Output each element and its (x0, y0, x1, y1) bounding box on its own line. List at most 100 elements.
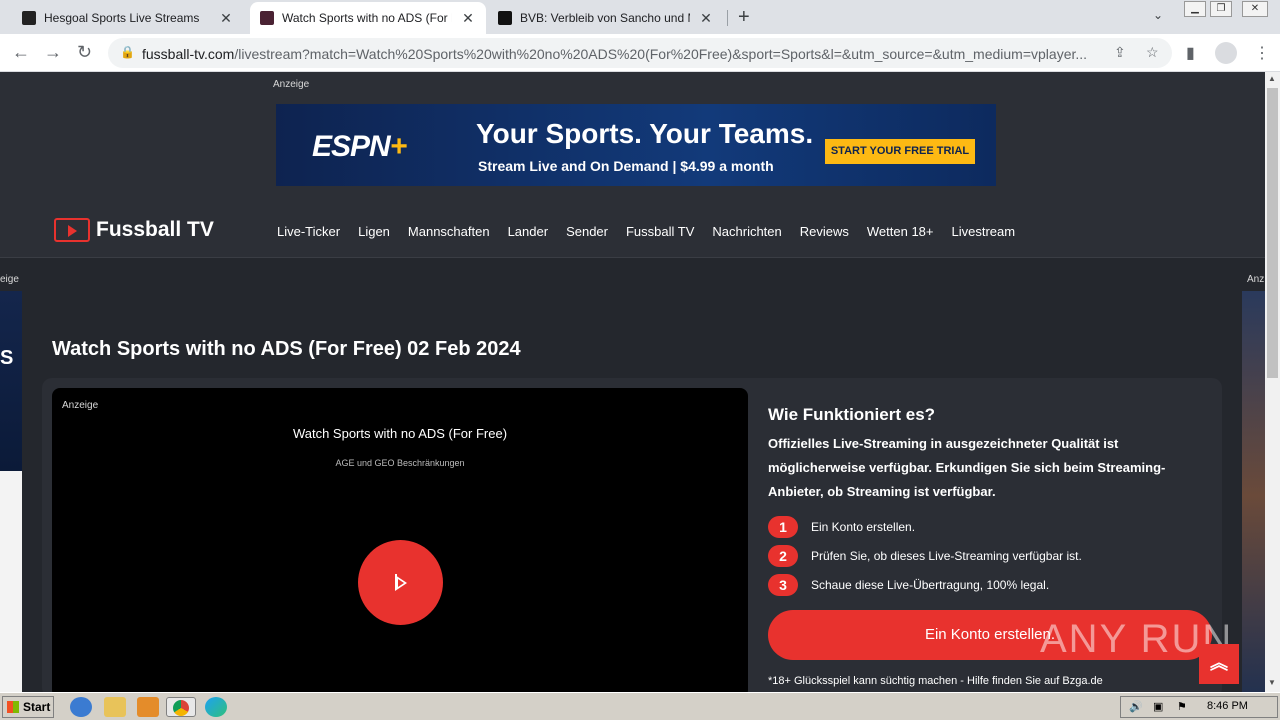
tab-title: BVB: Verbleib von Sancho und Maats (520, 11, 690, 25)
espn-logo: ESPN+ (312, 130, 408, 164)
espn-trial-button[interactable]: START YOUR FREE TRIAL (825, 139, 975, 164)
media-player-icon[interactable] (137, 697, 159, 717)
clock[interactable]: 8:46 PM (1207, 700, 1248, 712)
url-domain: fussball-tv.com (142, 46, 235, 62)
step-text: Schaue diese Live-Übertragung, 100% lega… (811, 578, 1050, 592)
web-page: Anzeige ESPN+ Your Sports. Your Teams. S… (0, 72, 1265, 692)
player-ad-label: Anzeige (62, 400, 99, 411)
scroll-down-icon[interactable]: ▼ (1268, 678, 1276, 687)
side-panel-icon[interactable]: ▮ (1186, 43, 1195, 63)
profile-avatar-icon[interactable] (1215, 42, 1237, 64)
tab-search-button[interactable]: ⌄ (1153, 8, 1163, 22)
window-close-icon[interactable]: ✕ (1242, 1, 1268, 17)
close-icon[interactable]: ✕ (218, 10, 234, 27)
espn-plus: + (389, 130, 408, 163)
taskbar: Start 🔊 ▣ ⚑ 8:46 PM (0, 692, 1280, 720)
play-icon-inner (398, 579, 404, 587)
site-logo-text: Fussball TV (96, 218, 214, 241)
step-1: 1 Ein Konto erstellen. (768, 516, 915, 538)
player-subtitle: AGE und GEO Beschränkungen (335, 458, 465, 468)
news-favicon-icon (498, 11, 512, 25)
ie-icon[interactable] (70, 697, 92, 717)
tab-title: Watch Sports with no ADS (For Free (282, 11, 452, 25)
browser-tab-strip: Hesgoal Sports Live Streams ✕ Watch Spor… (0, 0, 1280, 34)
site-logo[interactable]: Fussball TV (54, 218, 214, 242)
player-title: Watch Sports with no ADS (For Free) (292, 426, 508, 441)
flag-icon[interactable]: ⚑ (1177, 700, 1187, 713)
nav-fussball-tv[interactable]: Fussball TV (626, 224, 694, 239)
site-favicon-icon (260, 11, 274, 25)
espn-logo-text: ESPN (312, 130, 391, 163)
reload-icon[interactable]: ↻ (77, 42, 92, 63)
nav-livestream[interactable]: Livestream (952, 224, 1016, 239)
nav-mannschaften[interactable]: Mannschaften (408, 224, 490, 239)
edge-icon[interactable] (205, 697, 227, 717)
volume-icon[interactable]: 🔊 (1129, 700, 1143, 713)
tv-play-icon (54, 218, 90, 242)
nav-sender[interactable]: Sender (566, 224, 608, 239)
url-path: /livestream?match=Watch%20Sports%20with%… (234, 46, 1088, 62)
chrome-taskbar-button[interactable] (166, 697, 196, 717)
url-text[interactable]: fussball-tv.com/livestream?match=Watch%2… (142, 46, 1102, 62)
share-icon[interactable]: ⇪ (1114, 44, 1126, 61)
system-tray: 🔊 ▣ ⚑ 8:46 PM (1120, 696, 1278, 718)
tab-bvb[interactable]: BVB: Verbleib von Sancho und Maats ✕ (488, 2, 724, 34)
right-ad-label: Anz (1247, 274, 1265, 285)
new-tab-button[interactable]: + (738, 6, 750, 29)
step-text: Prüfen Sie, ob dieses Live-Streaming ver… (811, 549, 1082, 563)
back-arrow-icon[interactable]: ← (12, 42, 30, 63)
tab-watch-sports[interactable]: Watch Sports with no ADS (For Free ✕ (250, 2, 486, 34)
lock-icon[interactable]: 🔒 (120, 45, 135, 59)
address-bar[interactable]: 🔒 fussball-tv.com/livestream?match=Watch… (108, 38, 1172, 68)
page-title: Watch Sports with no ADS (For Free) 02 F… (52, 338, 521, 360)
bookmark-star-icon[interactable]: ☆ (1146, 44, 1159, 61)
start-label: Start (23, 700, 51, 714)
left-side-ad[interactable]: S (0, 291, 22, 471)
chrome-icon (173, 700, 189, 716)
left-ad-letter: S (0, 347, 14, 369)
right-side-ad[interactable] (1242, 291, 1265, 692)
scroll-up-icon[interactable]: ▲ (1268, 74, 1276, 83)
espn-subline: Stream Live and On Demand | $4.99 a mont… (478, 158, 774, 174)
gambling-disclaimer: *18+ Glücksspiel kann süchtig machen - H… (768, 675, 1103, 687)
nav-live-ticker[interactable]: Live-Ticker (277, 224, 340, 239)
espn-ad-banner[interactable]: ESPN+ Your Sports. Your Teams. Stream Li… (276, 104, 996, 186)
video-player[interactable]: Anzeige Watch Sports with no ADS (For Fr… (52, 388, 748, 692)
explorer-icon[interactable] (104, 697, 126, 717)
step-3: 3 Schaue diese Live-Übertragung, 100% le… (768, 574, 1049, 596)
menu-kebab-icon[interactable]: ⋮ (1254, 43, 1270, 63)
left-side-ad-lower[interactable] (0, 471, 22, 692)
forward-arrow-icon[interactable]: → (44, 42, 62, 63)
step-number: 1 (768, 516, 798, 538)
howto-description: Offizielles Live-Streaming in ausgezeich… (768, 436, 1166, 499)
nav-ligen[interactable]: Ligen (358, 224, 390, 239)
tab-title: Hesgoal Sports Live Streams (44, 11, 200, 25)
close-icon[interactable]: ✕ (698, 10, 714, 27)
ad-label: Anzeige (273, 79, 310, 90)
nav-wetten[interactable]: Wetten 18+ (867, 224, 934, 239)
site-header: Anzeige ESPN+ Your Sports. Your Teams. S… (0, 72, 1265, 258)
main-nav: Live-Ticker Ligen Mannschaften Lander Se… (277, 224, 1033, 239)
play-button[interactable] (358, 540, 443, 625)
nav-reviews[interactable]: Reviews (800, 224, 849, 239)
nav-nachrichten[interactable]: Nachrichten (712, 224, 781, 239)
page-scrollbar[interactable]: ▲ ▼ (1265, 72, 1280, 692)
browser-toolbar: ← → ↻ 🔒 fussball-tv.com/livestream?match… (0, 34, 1280, 72)
step-number: 2 (768, 545, 798, 567)
minimize-icon[interactable]: ▁ (1184, 1, 1206, 17)
restore-icon[interactable]: ❐ (1210, 1, 1232, 17)
start-button[interactable]: Start (2, 696, 54, 718)
scroll-to-top-button[interactable]: ︽ (1199, 644, 1239, 684)
step-number: 3 (768, 574, 798, 596)
hd-favicon-icon (22, 11, 36, 25)
scrollbar-thumb[interactable] (1267, 88, 1278, 378)
tab-hesgoal[interactable]: Hesgoal Sports Live Streams ✕ (12, 2, 244, 34)
nav-lander[interactable]: Lander (508, 224, 548, 239)
step-2: 2 Prüfen Sie, ob dieses Live-Streaming v… (768, 545, 1082, 567)
left-ad-label: eige (0, 274, 19, 285)
close-icon[interactable]: ✕ (460, 10, 476, 27)
howto-title: Wie Funktioniert es? (768, 405, 936, 424)
network-icon[interactable]: ▣ (1153, 700, 1163, 713)
step-text: Ein Konto erstellen. (811, 520, 916, 534)
espn-headline: Your Sports. Your Teams. (476, 118, 814, 149)
